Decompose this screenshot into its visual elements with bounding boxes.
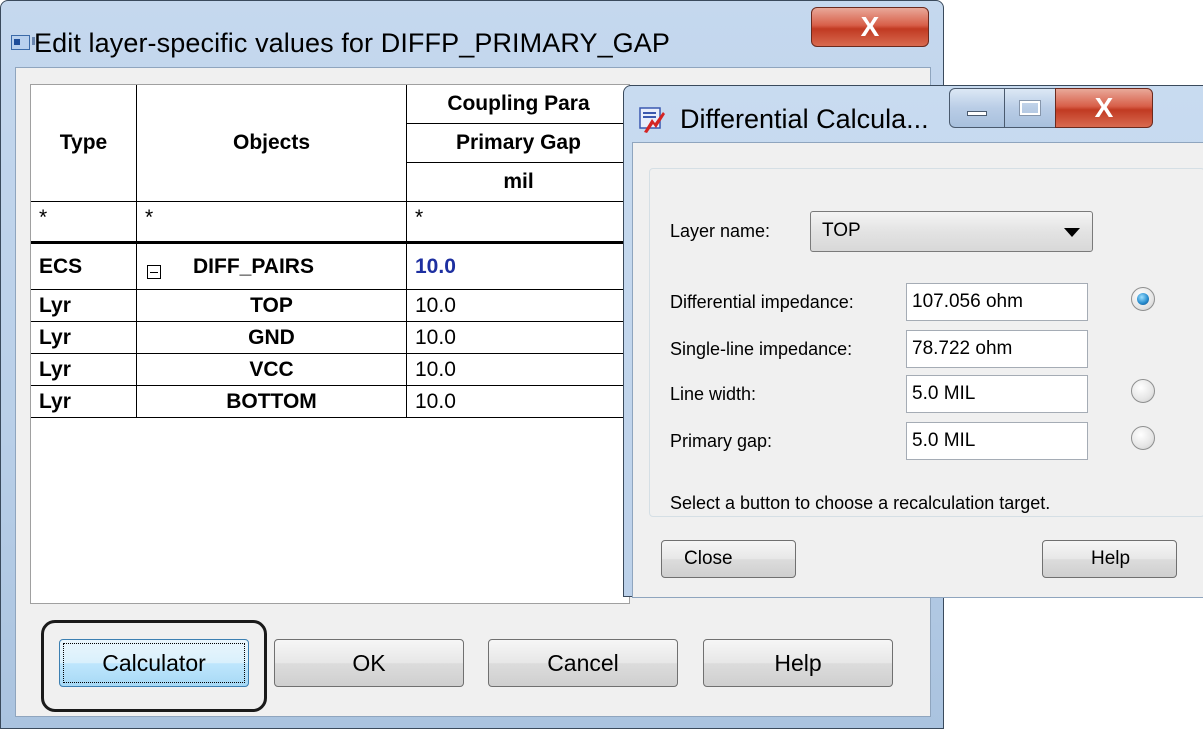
row-value[interactable]: 10.0 — [407, 386, 631, 418]
minimize-button[interactable] — [949, 88, 1005, 128]
row-object-diff-pairs[interactable]: DIFF_PAIRS — [137, 242, 407, 290]
header-type: Type — [31, 85, 137, 202]
close-button[interactable]: X — [811, 7, 929, 47]
primary-gap-label: Primary gap: — [670, 431, 773, 451]
differential-calculator-dialog: Differential Calcula... X Layer name: TO… — [623, 85, 1203, 598]
layer-name-select[interactable]: TOP — [810, 211, 1093, 252]
minimize-icon — [967, 110, 987, 116]
header-coupling-params: Coupling Para — [407, 85, 631, 124]
line-width-label: Line width: — [670, 384, 757, 404]
calc-help-button[interactable]: Help — [1042, 540, 1177, 578]
recalc-hint: Select a button to choose a recalculatio… — [670, 493, 1051, 513]
filter-value[interactable]: * — [407, 202, 631, 242]
calculator-highlight-callout — [41, 620, 267, 712]
maximize-button[interactable] — [1004, 88, 1056, 128]
primary-gap-radio[interactable] — [1131, 426, 1155, 450]
row-object[interactable]: VCC — [137, 354, 407, 386]
diff-impedance-field[interactable]: 107.056 ohm — [906, 283, 1088, 321]
filter-object[interactable]: * — [137, 202, 407, 242]
row-type: Lyr — [31, 290, 137, 322]
calc-client: Layer name: TOP Differential impedance: … — [632, 142, 1203, 598]
header-primary-gap: Primary Gap — [407, 124, 631, 163]
single-impedance-label: Single-line impedance: — [670, 339, 853, 359]
calculator-app-icon — [639, 107, 665, 133]
row-type: Lyr — [31, 322, 137, 354]
filter-type[interactable]: * — [31, 202, 137, 242]
header-units: mil — [407, 163, 631, 202]
row-object[interactable]: BOTTOM — [137, 386, 407, 418]
row-object[interactable]: GND — [137, 322, 407, 354]
line-width-radio[interactable] — [1131, 379, 1155, 403]
row-value[interactable]: 10.0 — [407, 242, 631, 290]
values-grid: Type Objects Coupling Para Primary Gap m… — [30, 84, 631, 604]
row-type: ECS — [31, 242, 137, 290]
diff-impedance-radio[interactable] — [1131, 287, 1155, 311]
calc-close-button[interactable]: X — [1055, 88, 1153, 128]
row-value[interactable]: 10.0 — [407, 322, 631, 354]
line-width-field[interactable]: 5.0 MIL — [906, 375, 1088, 413]
close-icon: X — [860, 11, 880, 42]
row-type: Lyr — [31, 354, 137, 386]
maximize-icon — [1019, 100, 1041, 116]
layer-name-label: Layer name: — [670, 221, 771, 241]
cancel-button[interactable]: Cancel — [488, 639, 678, 687]
row-value[interactable]: 10.0 — [407, 290, 631, 322]
help-button[interactable]: Help — [703, 639, 893, 687]
dialog-title: Edit layer-specific values for DIFFP_PRI… — [34, 28, 671, 58]
calc-group-box: Layer name: TOP Differential impedance: … — [649, 168, 1203, 517]
chevron-down-icon — [1064, 228, 1080, 237]
object-name: DIFF_PAIRS — [193, 254, 314, 278]
primary-gap-field[interactable]: 5.0 MIL — [906, 422, 1088, 460]
calc-dialog-title: Differential Calcula... — [680, 104, 929, 134]
calc-close-text-button[interactable]: Close — [661, 540, 796, 578]
layer-name-value: TOP — [822, 220, 861, 241]
header-objects: Objects — [137, 85, 407, 202]
row-type: Lyr — [31, 386, 137, 418]
close-icon: X — [1094, 92, 1114, 123]
app-icon — [11, 35, 35, 50]
single-impedance-field[interactable]: 78.722 ohm — [906, 330, 1088, 368]
row-value[interactable]: 10.0 — [407, 354, 631, 386]
collapse-icon[interactable] — [147, 264, 161, 279]
ok-button[interactable]: OK — [274, 639, 464, 687]
row-object[interactable]: TOP — [137, 290, 407, 322]
diff-impedance-label: Differential impedance: — [670, 292, 854, 312]
